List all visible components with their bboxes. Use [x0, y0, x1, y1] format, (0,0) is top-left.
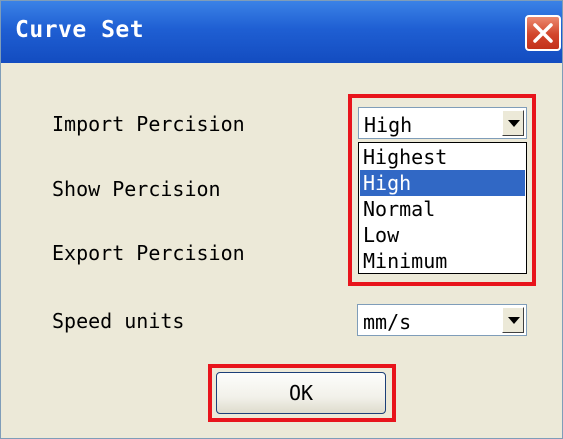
export-precision-label: Export Percision: [52, 241, 245, 265]
close-button[interactable]: [525, 15, 561, 51]
speed-units-value: mm/s: [363, 310, 412, 334]
curve-set-dialog: Curve Set Import Percision Show Percisio…: [0, 0, 563, 439]
chevron-down-icon: [508, 317, 520, 324]
ok-highlight-box: [208, 364, 396, 422]
title-bar[interactable]: Curve Set: [1, 1, 562, 63]
dropdown-highlight-box: [348, 94, 536, 286]
speed-units-dropdown-button[interactable]: [502, 307, 524, 333]
show-precision-label: Show Percision: [52, 177, 221, 201]
close-icon: [533, 23, 553, 43]
speed-units-label: Speed units: [52, 309, 185, 333]
window-title: Curve Set: [15, 17, 145, 43]
speed-units-select[interactable]: mm/s: [357, 304, 527, 336]
import-precision-label: Import Percision: [52, 112, 245, 136]
